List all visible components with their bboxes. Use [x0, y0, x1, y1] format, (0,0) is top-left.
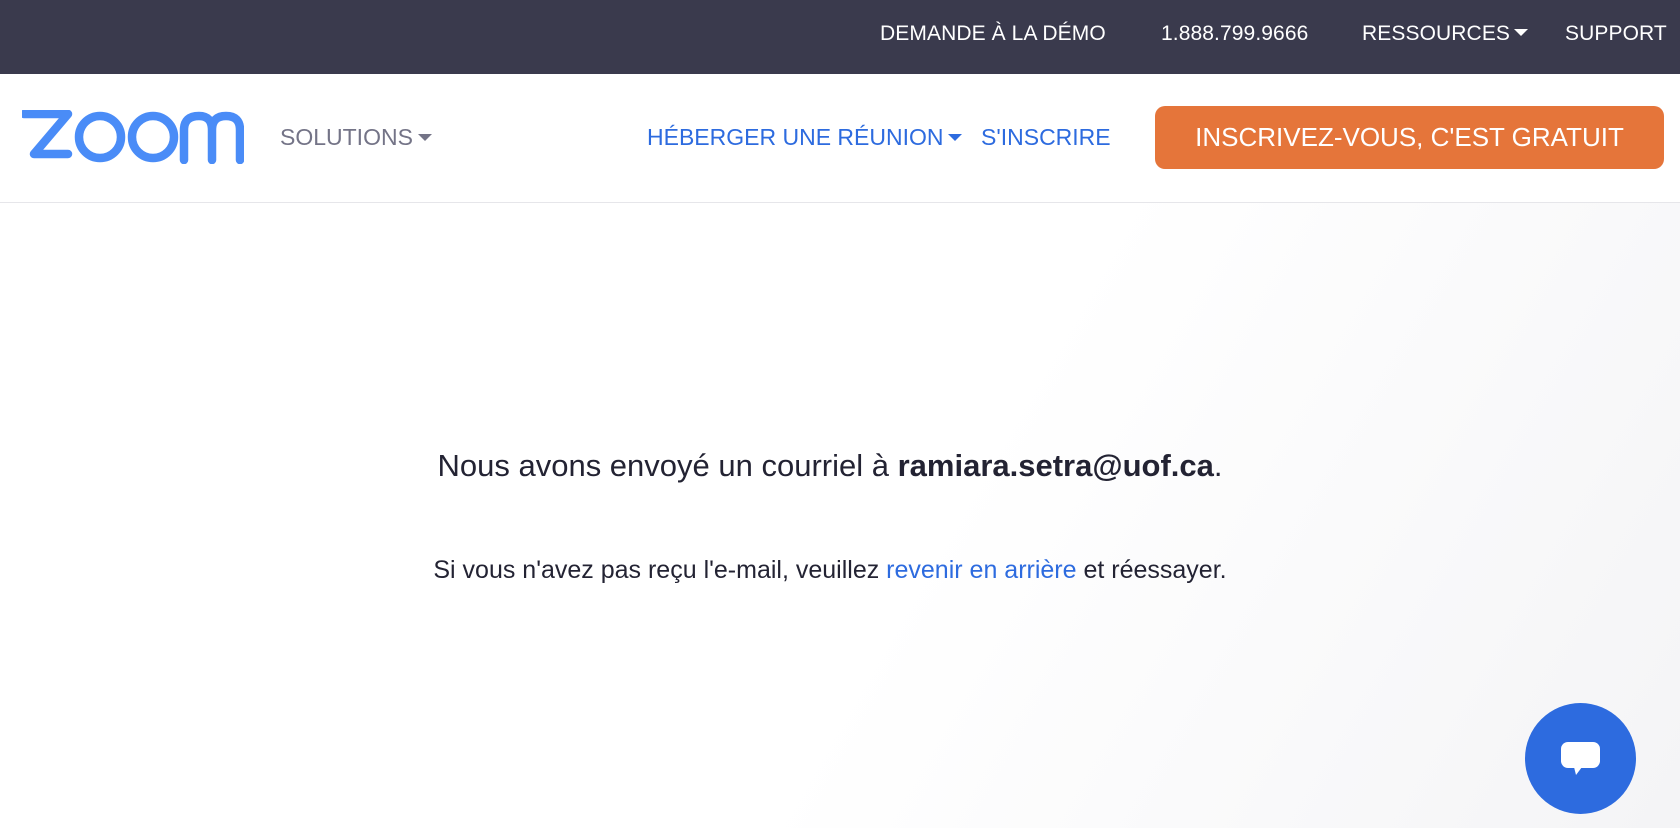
- solutions-menu[interactable]: SOLUTIONS: [280, 124, 432, 151]
- go-back-link[interactable]: revenir en arrière: [886, 556, 1076, 584]
- resources-menu[interactable]: RESSOURCES: [1362, 22, 1529, 46]
- support-link[interactable]: SUPPORT: [1565, 22, 1667, 46]
- sign-up-free-button[interactable]: INSCRIVEZ-VOUS, C'EST GRATUIT: [1155, 106, 1664, 169]
- sign-in-link[interactable]: S'INSCRIRE: [981, 124, 1111, 151]
- sent-suffix: .: [1213, 448, 1223, 483]
- host-meeting-menu[interactable]: HÉBERGER UNE RÉUNION: [647, 124, 963, 151]
- email-address: ramiara.setra@uof.ca: [897, 448, 1214, 483]
- main-content: Nous avons envoyé un courriel à ramiara.…: [0, 203, 1680, 828]
- chat-icon: [1561, 742, 1600, 775]
- solutions-label: SOLUTIONS: [280, 124, 413, 150]
- main-header: SOLUTIONS HÉBERGER UNE RÉUNION S'INSCRIR…: [0, 74, 1680, 203]
- host-meeting-label: HÉBERGER UNE RÉUNION: [647, 124, 944, 150]
- retry-prefix: Si vous n'avez pas reçu l'e-mail, veuill…: [433, 556, 887, 584]
- chevron-down-icon: [948, 133, 963, 141]
- chat-button[interactable]: [1525, 703, 1636, 814]
- email-sent-message: Nous avons envoyé un courriel à ramiara.…: [0, 448, 1660, 484]
- sent-prefix: Nous avons envoyé un courriel à: [437, 448, 898, 483]
- chevron-down-icon: [1514, 29, 1529, 37]
- top-utility-bar: DEMANDE À LA DÉMO 1.888.799.9666 RESSOUR…: [0, 0, 1680, 74]
- retry-message: Si vous n'avez pas reçu l'e-mail, veuill…: [0, 556, 1660, 585]
- zoom-logo-icon: [22, 110, 244, 164]
- phone-link[interactable]: 1.888.799.9666: [1161, 22, 1308, 46]
- resources-label: RESSOURCES: [1362, 22, 1511, 45]
- retry-suffix: et réessayer.: [1076, 556, 1227, 584]
- request-demo-link[interactable]: DEMANDE À LA DÉMO: [880, 22, 1106, 46]
- chevron-down-icon: [417, 133, 432, 141]
